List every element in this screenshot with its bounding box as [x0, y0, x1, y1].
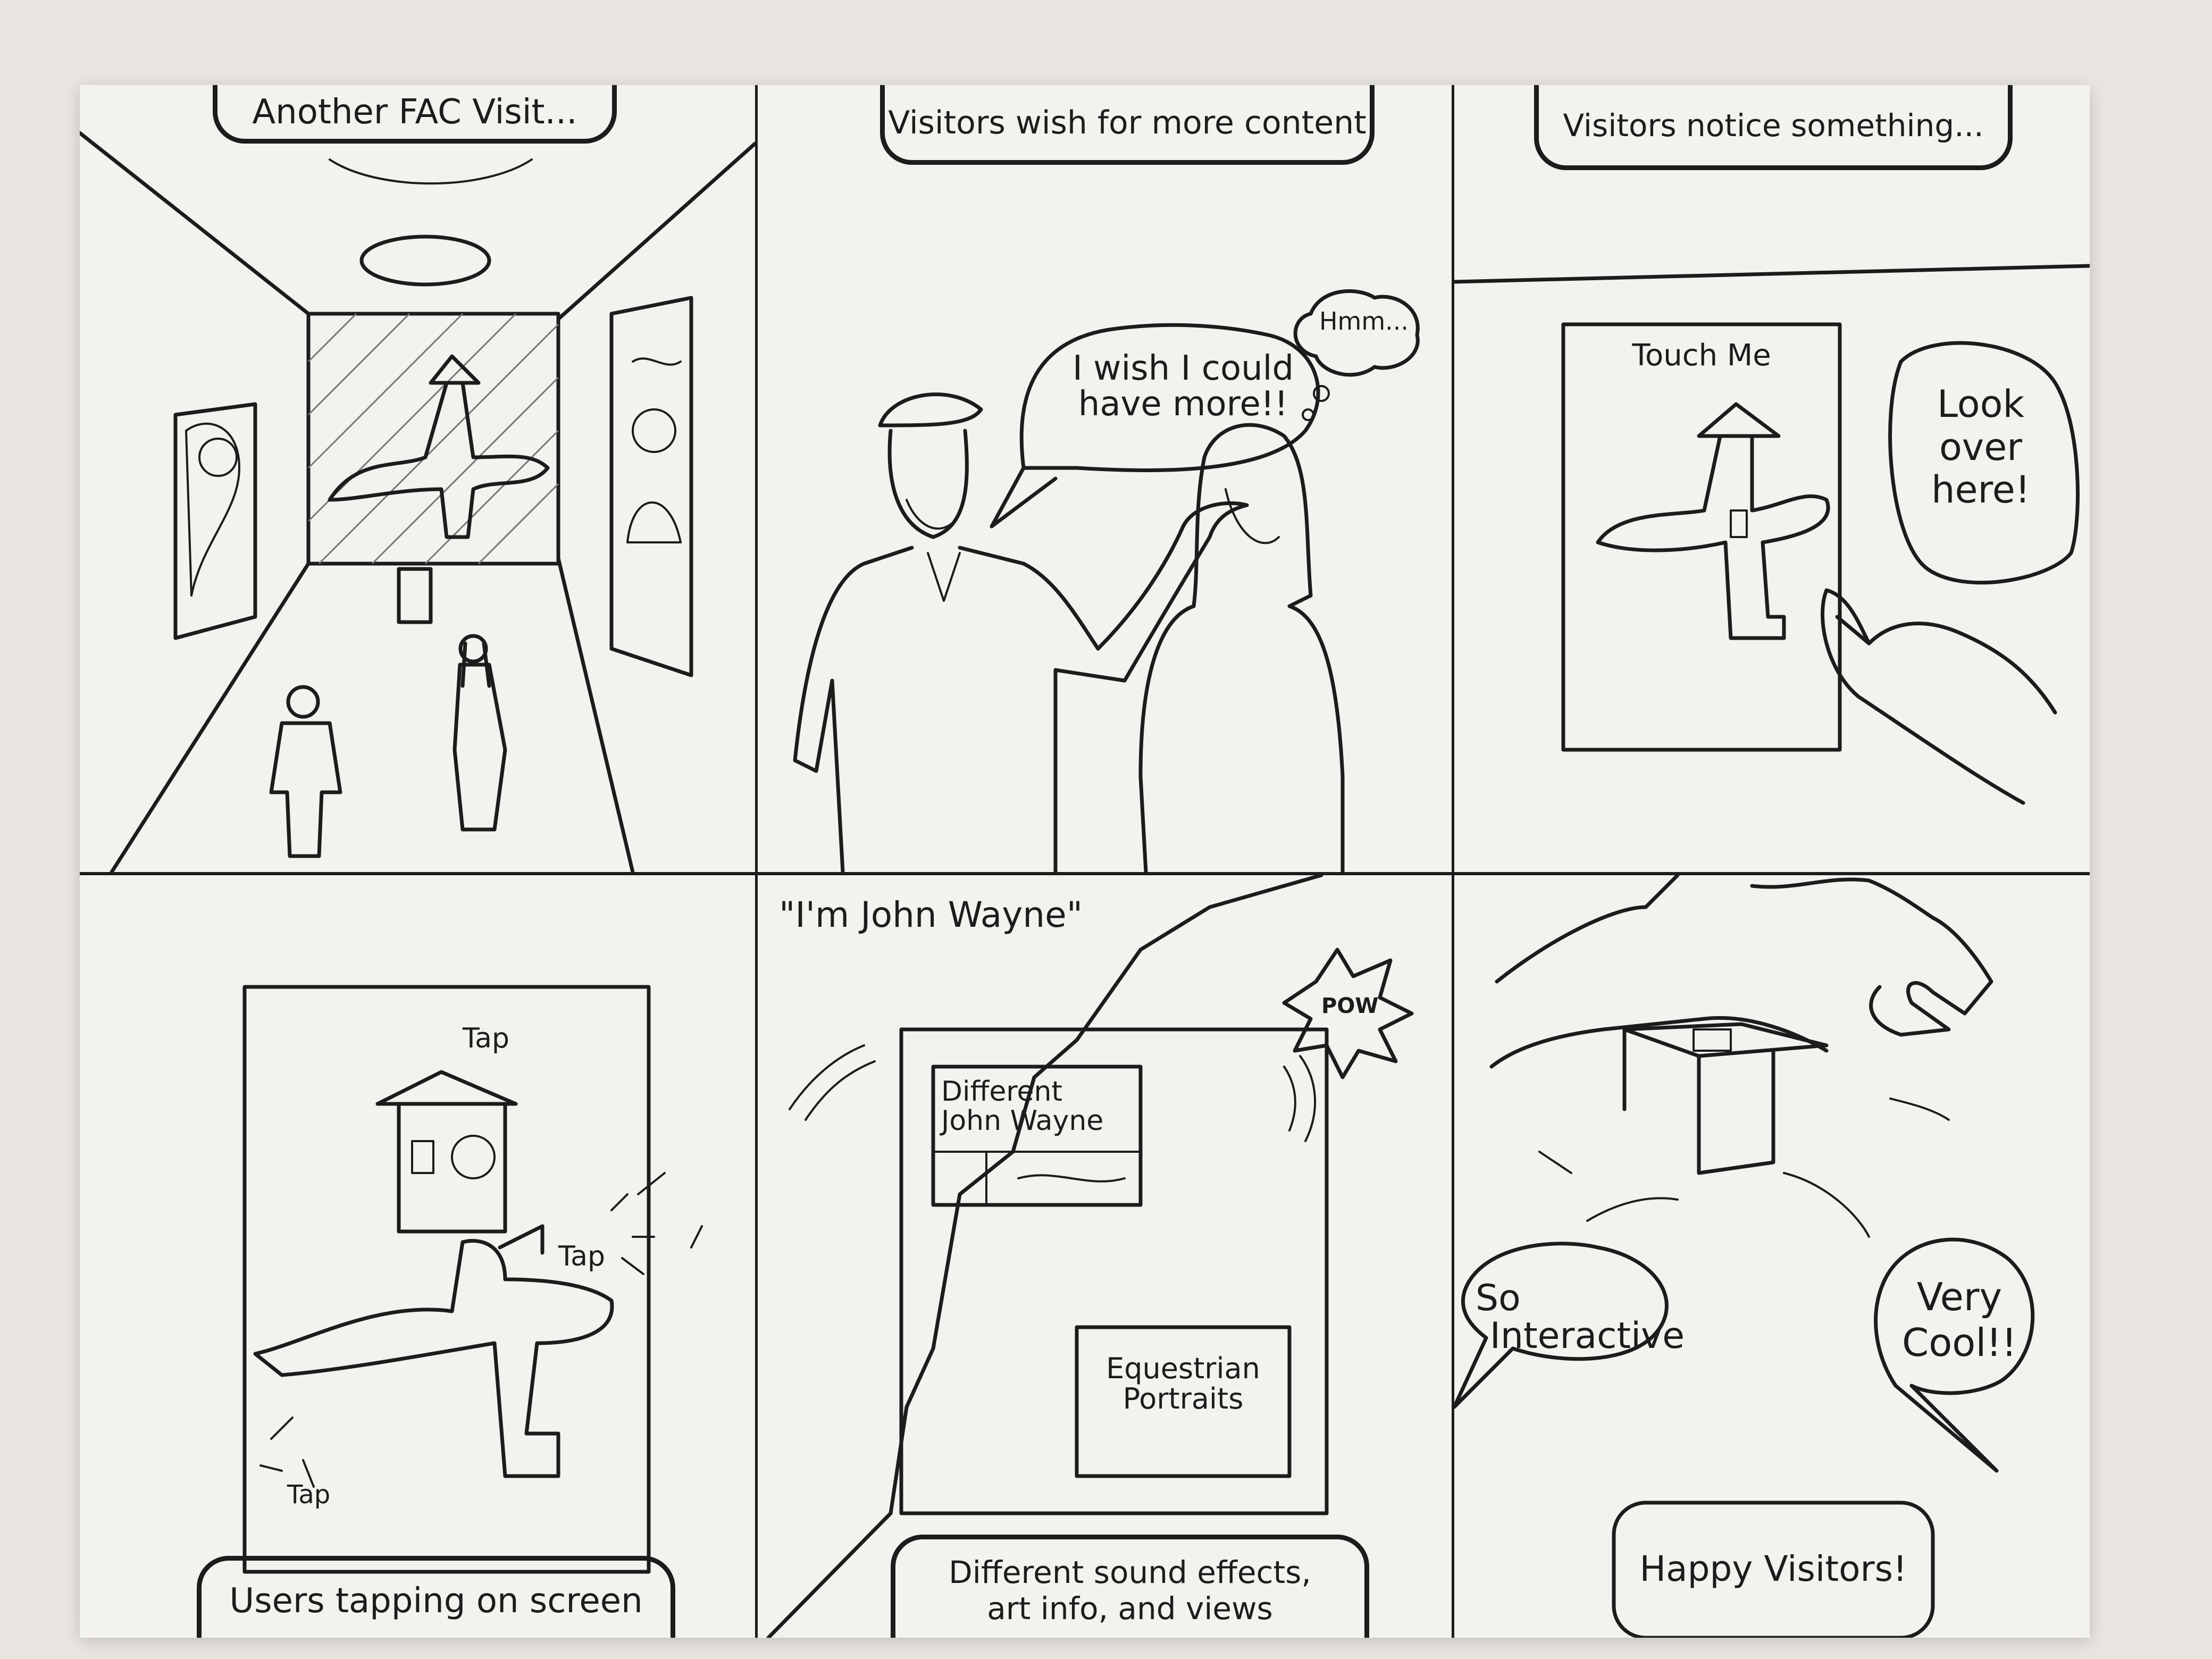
panel-2-caption: Visitors wish for more content	[880, 85, 1375, 165]
panel-1-caption: Another FAC Visit...	[213, 85, 617, 144]
speech-line-3: here!	[1931, 468, 2030, 512]
hallway-drawing	[80, 131, 755, 872]
card2-line-2: Portraits	[1122, 1381, 1244, 1415]
touch-me-label: Touch Me	[1632, 338, 1771, 373]
panel-visitors-notice: Visitors notice something... Touch Me Lo…	[1454, 85, 2090, 872]
tapping-screen-drawing	[242, 985, 703, 1574]
sound-effects-drawing	[766, 875, 1414, 1638]
panel-2-speech-bubble: I wish I could have more!!	[1061, 349, 1305, 424]
speech-line-1: I wish I could	[1072, 349, 1294, 388]
panel-6-caption: Happy Visitors!	[1639, 1548, 1907, 1589]
panel-6-speech-2: Very Cool!!	[1890, 1274, 2029, 1366]
card-different-john-wayne: Different John Wayne	[941, 1077, 1133, 1135]
tap-label-1: Tap	[463, 1023, 510, 1054]
panel-3-speech-bubble: Look over here!	[1901, 383, 2060, 512]
caption-line-2: art info, and views	[987, 1590, 1273, 1627]
caption-line-1: Different sound effects,	[949, 1554, 1311, 1590]
speech-1-line-1: So	[1476, 1277, 1521, 1319]
pow-sound-effect: POW	[1321, 994, 1379, 1018]
card1-line-2: John Wayne	[941, 1104, 1104, 1137]
card1-line-1: Different	[941, 1076, 1062, 1108]
panel-3-caption: Visitors notice something...	[1534, 85, 2013, 170]
tap-label-3: Tap	[287, 1480, 331, 1510]
panel-happy-visitors: So Interactive Very Cool!! Happy Visitor…	[1454, 875, 2090, 1638]
panel-sound-effects: "I'm John Wayne" POW Different John Wayn…	[758, 875, 1452, 1638]
storyboard-sheet: Another FAC Visit... Visitors wish for m…	[80, 85, 2090, 1638]
speech-line-1: Look	[1937, 382, 2024, 426]
panel-users-tapping: Tap Tap Tap Users tapping on screen	[80, 875, 755, 1638]
speech-2-line-1: Very	[1916, 1275, 2002, 1319]
visitors-talking-drawing	[793, 289, 1420, 872]
speech-line-2: over	[1939, 425, 2023, 469]
speech-2-line-2: Cool!!	[1901, 1320, 2017, 1365]
happy-visitors-drawing	[1454, 875, 2035, 1638]
card-equestrian-portraits: Equestrian Portraits	[1087, 1352, 1279, 1415]
panel-5-caption: Different sound effects, art info, and v…	[891, 1535, 1369, 1638]
panel-visitors-wish: Visitors wish for more content I wish I …	[758, 85, 1452, 872]
john-wayne-quote: "I'm John Wayne"	[779, 894, 1083, 935]
tap-label-2: Tap	[558, 1241, 606, 1272]
card2-line-1: Equestrian	[1106, 1352, 1260, 1385]
panel-2-thought-bubble: Hmm...	[1319, 307, 1409, 336]
speech-line-2: have more!!	[1078, 384, 1288, 424]
panel-gallery-hallway: Another FAC Visit...	[80, 85, 755, 872]
panel-6-speech-1: So Interactive	[1470, 1279, 1704, 1355]
panel-4-caption: Users tapping on screen	[197, 1556, 675, 1638]
speech-1-line-2: Interactive	[1489, 1315, 1685, 1358]
